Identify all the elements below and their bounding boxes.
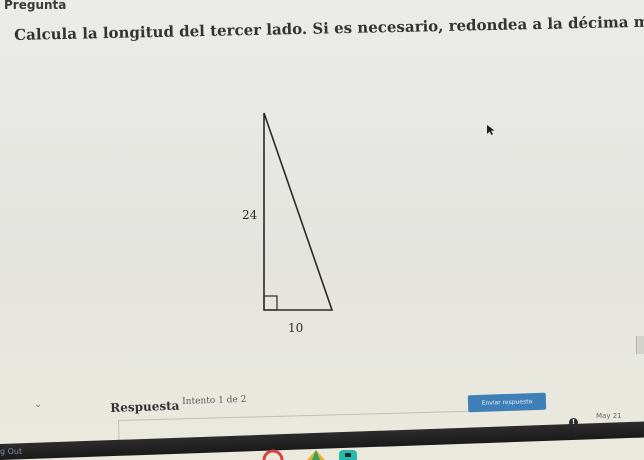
mouse-cursor-icon bbox=[487, 125, 495, 135]
browser-icon[interactable] bbox=[262, 449, 284, 460]
chevron-down-icon[interactable]: ⌄ bbox=[34, 399, 42, 410]
submit-answer-button[interactable]: Enviar respuesta bbox=[467, 392, 547, 413]
side-label-horizontal: 10 bbox=[288, 321, 303, 335]
date-display: May 21 bbox=[596, 412, 622, 420]
side-label-vertical: 24 bbox=[242, 208, 258, 222]
app-icon[interactable] bbox=[338, 449, 358, 460]
right-angle-marker bbox=[263, 295, 278, 311]
question-text: Calcula la longitud del tercer lado. Si … bbox=[14, 11, 644, 44]
triangle-shape bbox=[263, 112, 334, 311]
answer-title: Respuesta bbox=[110, 398, 180, 415]
page: Pregunta Calcula la longitud del tercer … bbox=[0, 0, 644, 460]
section-label: Pregunta bbox=[4, 0, 67, 12]
logout-link[interactable]: g Out bbox=[0, 447, 22, 456]
right-triangle-figure: 24 10 bbox=[242, 112, 334, 335]
side-panel-handle[interactable] bbox=[636, 336, 644, 354]
drive-icon[interactable] bbox=[306, 449, 326, 460]
